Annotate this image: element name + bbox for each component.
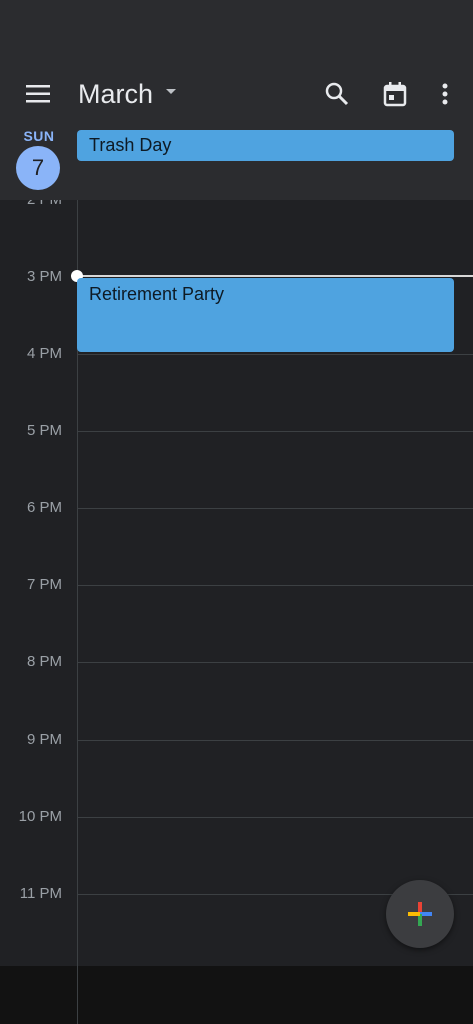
status-bar bbox=[0, 0, 473, 66]
hour-line bbox=[77, 508, 473, 509]
navigation-bar bbox=[0, 966, 473, 1024]
hour-label: 2 PM bbox=[0, 200, 62, 208]
hour-label: 10 PM bbox=[18, 808, 62, 825]
dropdown-caret-icon[interactable] bbox=[163, 84, 179, 100]
hour-label: 5 PM bbox=[26, 422, 62, 439]
plus-icon bbox=[408, 902, 432, 926]
all-day-section: SUN 7 Trash Day bbox=[0, 122, 473, 200]
hour-label: 8 PM bbox=[26, 653, 62, 670]
current-time-line bbox=[77, 275, 473, 277]
month-title[interactable]: March bbox=[78, 76, 153, 112]
calendar-screen: March SUN 7 Trash Day 3 PM 4 PM 5 PM 6 P… bbox=[0, 0, 473, 1024]
create-event-button[interactable] bbox=[386, 880, 454, 948]
search-icon[interactable] bbox=[323, 80, 351, 108]
schedule-grid[interactable]: 2 PM 3 PM 4 PM 5 PM 6 PM 7 PM 8 PM 9 PM … bbox=[0, 200, 473, 966]
hour-label: 9 PM bbox=[26, 731, 62, 748]
hour-line bbox=[77, 662, 473, 663]
hour-label: 11 PM bbox=[19, 885, 62, 902]
hour-line bbox=[77, 354, 473, 355]
weekday-label: SUN bbox=[23, 128, 55, 144]
more-vert-icon[interactable] bbox=[433, 80, 457, 108]
gutter-divider bbox=[77, 966, 78, 1024]
hour-line bbox=[77, 585, 473, 586]
hour-line bbox=[77, 431, 473, 432]
today-icon[interactable] bbox=[381, 80, 409, 108]
date-badge[interactable]: 7 bbox=[16, 146, 60, 190]
menu-icon[interactable] bbox=[22, 82, 54, 106]
all-day-event[interactable]: Trash Day bbox=[77, 130, 454, 161]
hour-line bbox=[77, 817, 473, 818]
hour-label: 3 PM bbox=[26, 268, 62, 285]
event-title: Retirement Party bbox=[89, 284, 225, 304]
app-bar: March bbox=[0, 66, 473, 122]
hour-label: 6 PM bbox=[26, 499, 62, 516]
hour-line bbox=[77, 740, 473, 741]
event-card[interactable]: Retirement Party bbox=[77, 278, 454, 352]
hour-label: 4 PM bbox=[26, 345, 62, 362]
hour-label: 7 PM bbox=[26, 576, 62, 593]
